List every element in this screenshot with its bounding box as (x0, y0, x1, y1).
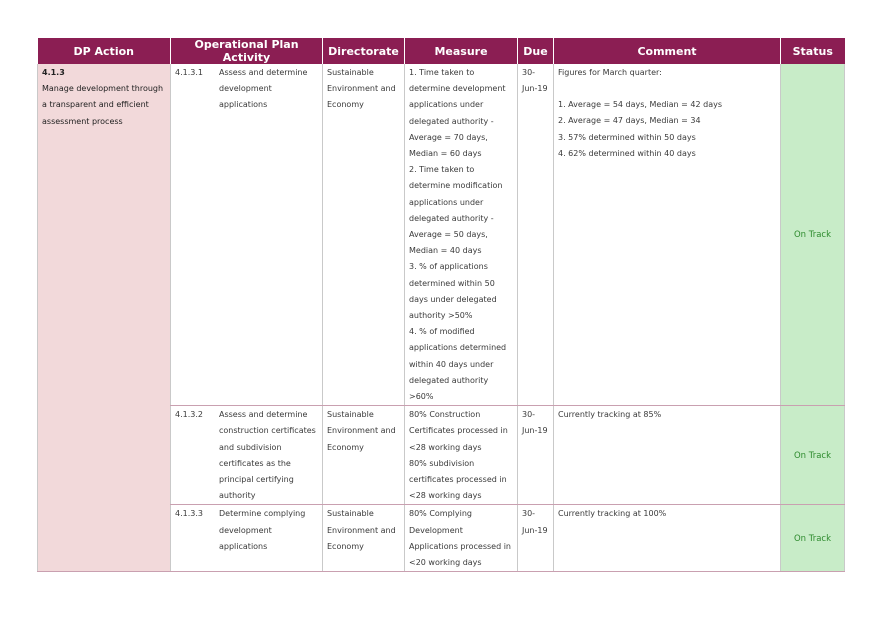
measure-item: 3. % of applications determined within 5… (409, 262, 497, 321)
activity-cell: 4.1.3.1 Assess and determine development… (170, 64, 323, 407)
header-comment: Comment (553, 38, 781, 64)
header-dp-action: DP Action (37, 38, 171, 64)
dp-action-code: 4.1.3 (42, 68, 65, 77)
operational-plan-table: DP Action Operational Plan Activity Dire… (37, 38, 845, 573)
table-header-row: DP Action Operational Plan Activity Dire… (37, 38, 845, 64)
comment-line: 4. 62% determined within 40 days (558, 148, 696, 158)
directorate-cell: Sustainable Environment and Economy (322, 64, 405, 407)
due-cell: 30-Jun-19 (517, 405, 554, 506)
activity-text: Assess and determine development applica… (219, 68, 308, 110)
measure-item: 1. Time taken to determine development a… (409, 68, 506, 159)
comment-line: 1. Average = 54 days, Median = 42 days (558, 100, 722, 110)
measure-cell: 80% Complying Development Applications p… (404, 504, 518, 573)
header-operational-plan-activity: Operational Plan Activity (170, 38, 323, 64)
measure-cell: 80% Construction Certificates processed … (404, 405, 518, 506)
comment-line: 3. 57% determined within 50 days (558, 132, 696, 142)
activity-cell: 4.1.3.2 Assess and determine constructio… (170, 405, 323, 506)
header-directorate: Directorate (322, 38, 405, 64)
due-cell: 30-Jun-19 (517, 64, 554, 407)
measure-item: 80% subdivision certificates processed i… (409, 458, 507, 501)
activity-number: 4.1.3.1 (175, 68, 203, 77)
header-measure: Measure (404, 38, 518, 64)
directorate-cell: Sustainable Environment and Economy (322, 405, 405, 506)
measure-item: 80% Complying Development Applications p… (409, 509, 511, 568)
measure-item: 80% Construction Certificates processed … (409, 410, 508, 452)
measure-item: 2. Time taken to determine modification … (409, 165, 503, 256)
table-row: 4.1.3 Manage development through a trans… (37, 64, 845, 573)
comment-line: 2. Average = 47 days, Median = 34 (558, 116, 701, 126)
status-badge: On Track (780, 504, 845, 573)
comment-cell: Figures for March quarter: 1. Average = … (553, 64, 781, 407)
due-cell: 30-Jun-19 (517, 504, 554, 573)
dp-action-text: Manage development through a transparent… (42, 84, 164, 126)
measure-cell: 1. Time taken to determine development a… (404, 64, 518, 407)
activity-text: Assess and determine construction certif… (219, 410, 316, 501)
header-due: Due (517, 38, 554, 64)
activity-text: Determine complying development applicat… (219, 509, 306, 551)
comment-cell: Currently tracking at 100% (553, 504, 781, 573)
status-badge: On Track (780, 405, 845, 506)
dp-action-cell: 4.1.3 Manage development through a trans… (37, 64, 171, 573)
activity-cell: 4.1.3.3 Determine complying development … (170, 504, 323, 573)
header-status: Status (780, 38, 845, 64)
comment-cell: Currently tracking at 85% (553, 405, 781, 506)
status-badge: On Track (780, 64, 845, 407)
activity-number: 4.1.3.2 (175, 410, 203, 420)
comment-intro: Figures for March quarter: (558, 68, 662, 77)
measure-item: 4. % of modified applications determined… (409, 327, 507, 402)
directorate-cell: Sustainable Environment and Economy (322, 504, 405, 573)
activity-number: 4.1.3.3 (175, 509, 203, 519)
